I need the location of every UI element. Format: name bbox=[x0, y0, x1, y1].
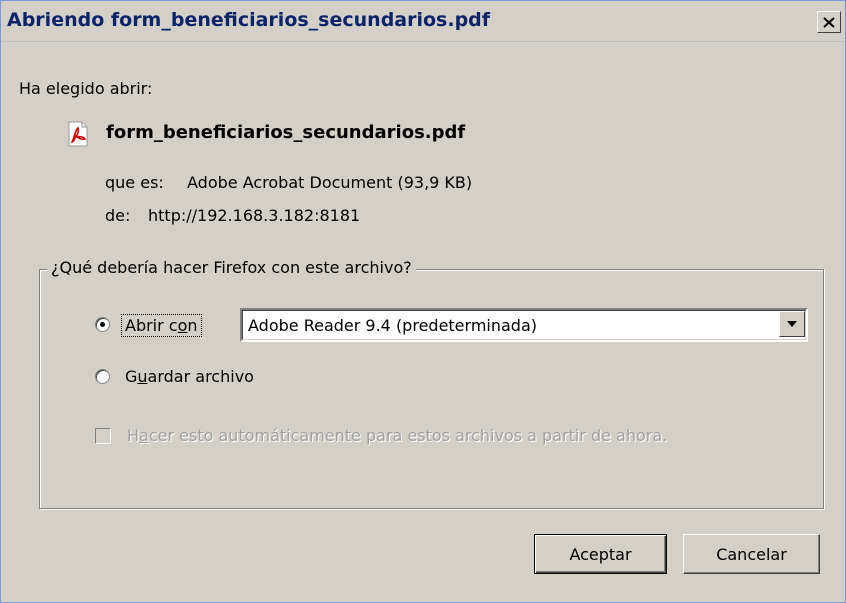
close-icon bbox=[823, 16, 835, 28]
title-bar[interactable]: Abriendo form_beneficiarios_secundarios.… bbox=[1, 1, 845, 42]
chevron-down-icon bbox=[787, 321, 797, 327]
open-with-radio[interactable] bbox=[95, 317, 110, 332]
save-file-radio[interactable] bbox=[95, 369, 110, 384]
select-dropdown-button[interactable] bbox=[779, 311, 805, 337]
ok-button[interactable]: Aceptar bbox=[534, 534, 667, 574]
action-groupbox bbox=[39, 269, 824, 509]
save-file-label[interactable]: Guardar archivo bbox=[125, 367, 254, 386]
open-with-label[interactable]: Abrir con bbox=[121, 314, 202, 337]
pdf-icon bbox=[68, 121, 88, 147]
application-select-value: Adobe Reader 9.4 (predeterminada) bbox=[248, 316, 537, 335]
radio-selected-dot bbox=[100, 322, 105, 327]
file-source-label: de: bbox=[105, 206, 131, 225]
auto-action-checkbox[interactable] bbox=[95, 428, 111, 444]
close-button[interactable] bbox=[817, 11, 841, 33]
file-source-value: http://192.168.3.182:8181 bbox=[148, 206, 361, 225]
download-dialog: Abriendo form_beneficiarios_secundarios.… bbox=[0, 0, 846, 603]
auto-action-label: Hacer esto automáticamente para estos ar… bbox=[127, 426, 668, 445]
application-select[interactable]: Adobe Reader 9.4 (predeterminada) bbox=[240, 308, 808, 342]
intro-label: Ha elegido abrir: bbox=[19, 79, 153, 98]
action-group-legend: ¿Qué debería hacer Firefox con este arch… bbox=[47, 258, 416, 277]
file-type-value: Adobe Acrobat Document (93,9 KB) bbox=[187, 173, 473, 192]
cancel-button[interactable]: Cancelar bbox=[683, 534, 820, 574]
file-name: form_beneficiarios_secundarios.pdf bbox=[106, 122, 466, 143]
window-title: Abriendo form_beneficiarios_secundarios.… bbox=[7, 9, 491, 31]
file-type-label: que es: bbox=[105, 173, 164, 192]
